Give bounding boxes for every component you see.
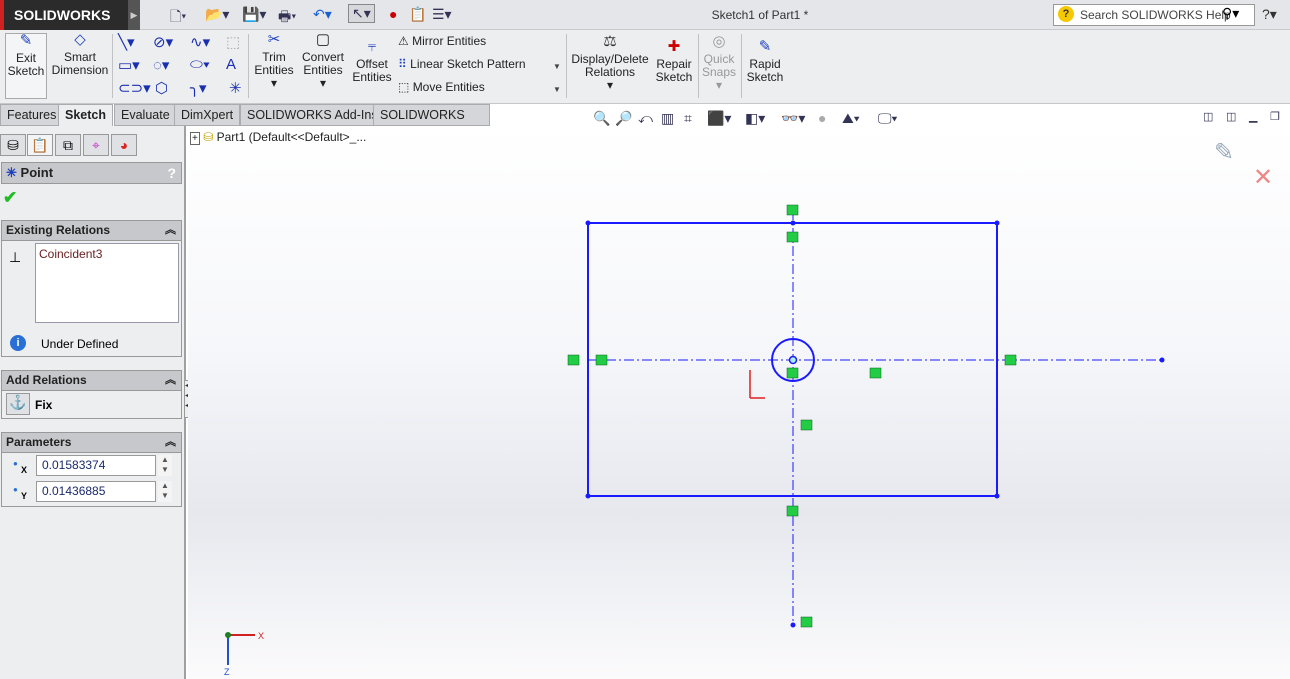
sketch-origin — [749, 370, 765, 399]
triad-x-label: X — [258, 631, 264, 641]
relation-markers — [567, 204, 1017, 628]
triad-z-label: Z — [224, 667, 230, 677]
selected-point — [788, 355, 798, 365]
view-triad: X Z — [224, 631, 264, 677]
sketch-canvas: X Z — [224, 204, 1165, 677]
